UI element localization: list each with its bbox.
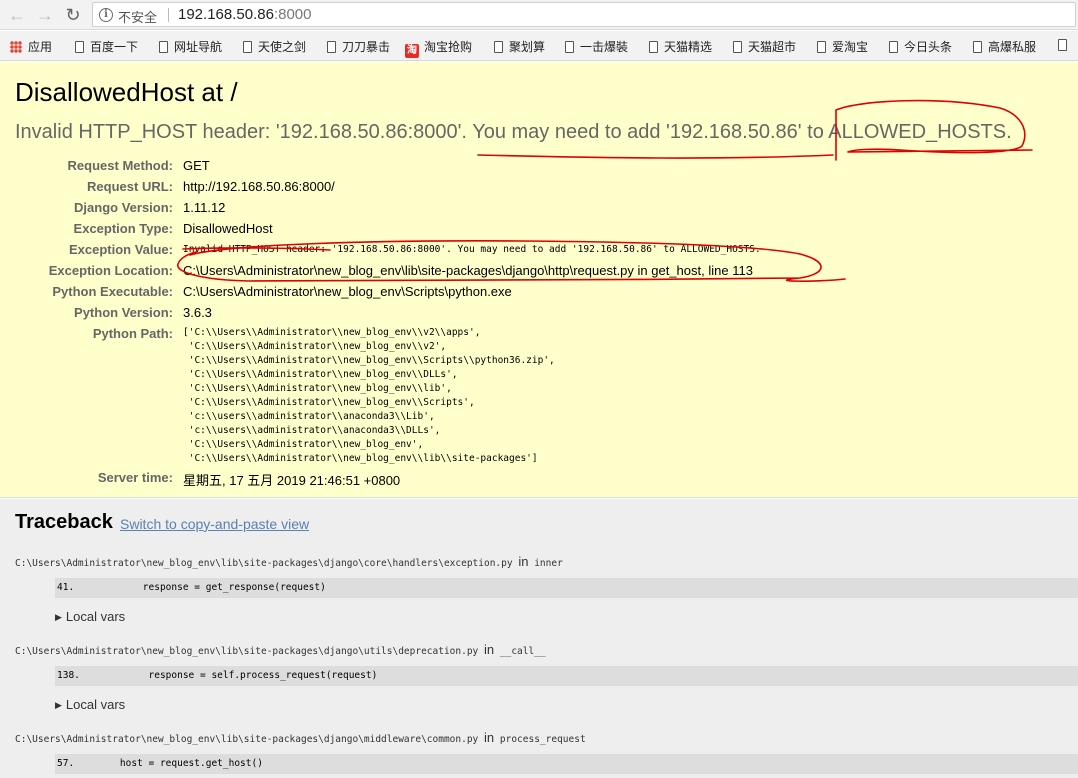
bookmark-item[interactable]: 一击爆裝 [565, 38, 628, 55]
context-line[interactable]: 138. response = self.process_request(req… [55, 666, 1078, 686]
forward-arrow-icon[interactable]: → [34, 4, 56, 26]
frame-location: C:\Users\Administrator\new_blog_env\lib\… [15, 642, 546, 657]
python-path-list: ['C:\\Users\\Administrator\\new_blog_env… [183, 326, 555, 466]
bookmark-item[interactable]: 淘淘宝抢购 [405, 38, 472, 58]
bookmark-item-overflow[interactable] [1058, 38, 1073, 52]
python-path-entry: 'C:\\Users\\Administrator\\new_blog_env\… [183, 369, 458, 380]
page-title: DisallowedHost at / [15, 77, 238, 107]
meta-value: DisallowedHost [183, 221, 273, 236]
context-line[interactable]: 41. response = get_response(request) [55, 578, 1078, 598]
bookmark-item[interactable]: 爱淘宝 [817, 38, 868, 55]
frame-location: C:\Users\Administrator\new_blog_env\lib\… [15, 730, 586, 745]
bookmark-item[interactable]: 聚划算 [494, 38, 545, 55]
python-path-entry: 'C:\\Users\\Administrator\\new_blog_env\… [183, 453, 538, 464]
browser-toolbar: ← → ↻ i 不安全 192.168.50.86:8000 [0, 0, 1078, 30]
meta-key: Python Version: [74, 305, 173, 320]
bookmark-item[interactable]: 天猫超市 [733, 38, 796, 55]
triangle-right-icon: ▶ [55, 700, 62, 710]
page-icon [75, 41, 84, 53]
meta-key: Request Method: [67, 158, 173, 173]
meta-row: Django Version: 1.11.12 [0, 198, 1078, 218]
taobao-icon: 淘 [405, 44, 419, 58]
meta-key: Python Path: [92, 326, 173, 341]
triangle-right-icon: ▶ [55, 612, 62, 622]
meta-value: http://192.168.50.86:8000/ [183, 179, 335, 194]
omnibox-separator [168, 8, 169, 22]
page-icon [889, 41, 898, 53]
url-text[interactable]: 192.168.50.86:8000 [178, 6, 311, 23]
meta-row: Exception Location: C:\Users\Administrat… [0, 261, 1078, 281]
page-icon [817, 41, 826, 53]
info-icon[interactable]: i [99, 8, 113, 22]
python-path-entry: 'C:\\Users\\Administrator\\new_blog_env\… [183, 383, 452, 394]
page-icon [649, 41, 658, 53]
page-icon [159, 41, 168, 53]
meta-row: Request Method: GET [0, 156, 1078, 176]
page-icon [973, 41, 982, 53]
bookmarks-bar: 应用 百度一下 网址导航 天使之剑 刀刀暴击 淘淘宝抢购 聚划算 一击爆裝 天猫… [0, 31, 1078, 61]
local-vars-toggle[interactable]: ▶ Local vars [55, 609, 125, 624]
page-icon [327, 41, 336, 53]
bookmark-item[interactable]: 百度一下 [75, 38, 138, 55]
apps-grid-icon [10, 41, 22, 53]
meta-value: GET [183, 158, 210, 173]
meta-key: Python Executable: [52, 284, 173, 299]
meta-key: Request URL: [87, 179, 173, 194]
meta-value: 1.11.12 [183, 200, 226, 215]
meta-row: Server time: 星期五, 17 五月 2019 21:46:51 +0… [0, 468, 1078, 488]
python-path-entry: 'c:\\users\\administrator\\anaconda3\\Li… [183, 411, 435, 422]
python-path-entry: 'C:\\Users\\Administrator\\new_blog_env\… [183, 341, 447, 352]
meta-key: Exception Location: [48, 263, 173, 278]
traceback-title: Traceback [15, 511, 113, 533]
meta-row: Request URL: http://192.168.50.86:8000/ [0, 177, 1078, 197]
address-bar[interactable]: i 不安全 192.168.50.86:8000 [92, 2, 1076, 27]
switch-view-link[interactable]: Switch to copy-and-paste view [120, 516, 309, 532]
meta-key: Django Version: [74, 200, 173, 215]
meta-row: Python Executable: C:\Users\Administrato… [0, 282, 1078, 302]
bookmark-item[interactable]: 刀刀暴击 [327, 38, 390, 55]
reload-icon[interactable]: ↻ [62, 4, 84, 26]
page-icon [494, 41, 503, 53]
meta-key: Server time: [97, 470, 173, 485]
traceback-section: Traceback Switch to copy-and-paste view … [0, 499, 1078, 778]
bookmark-item[interactable]: 今日头条 [889, 38, 952, 55]
page-icon [243, 41, 252, 53]
python-path-entry: 'C:\\Users\\Administrator\\new_blog_env\… [183, 397, 475, 408]
page-icon [1058, 39, 1067, 51]
frame-location: C:\Users\Administrator\new_blog_env\lib\… [15, 554, 563, 569]
meta-value: C:\Users\Administrator\new_blog_env\lib\… [183, 263, 753, 278]
page-icon [733, 41, 742, 53]
meta-value: Invalid HTTP_HOST header: '192.168.50.86… [183, 244, 761, 255]
page-icon [565, 41, 574, 53]
bookmark-item[interactable]: 天使之剑 [243, 38, 306, 55]
context-line[interactable]: 57. host = request.get_host() [55, 754, 1078, 774]
bookmark-item[interactable]: 高爆私服 [973, 38, 1036, 55]
python-path-entry: 'C:\\Users\\Administrator\\new_blog_env'… [183, 439, 424, 450]
python-path-entry: 'C:\\Users\\Administrator\\new_blog_env\… [183, 355, 555, 366]
meta-row: Exception Type: DisallowedHost [0, 219, 1078, 239]
meta-value: 星期五, 17 五月 2019 21:46:51 +0800 [183, 473, 401, 488]
meta-value: 3.6.3 [183, 305, 212, 320]
security-label: 不安全 [118, 10, 158, 25]
back-arrow-icon[interactable]: ← [6, 4, 28, 26]
meta-row: Exception Value: Invalid HTTP_HOST heade… [0, 240, 1078, 260]
python-path-entry: 'c:\\users\\administrator\\anaconda3\\DL… [183, 425, 441, 436]
bookmark-item[interactable]: 网址导航 [159, 38, 222, 55]
meta-value: C:\Users\Administrator\new_blog_env\Scri… [183, 284, 512, 299]
exception-message: Invalid HTTP_HOST header: '192.168.50.86… [15, 121, 1012, 143]
meta-key: Exception Type: [73, 221, 173, 236]
error-summary: DisallowedHost at / Invalid HTTP_HOST he… [0, 62, 1078, 498]
bookmark-apps[interactable]: 应用 [10, 38, 52, 55]
python-path-entry: ['C:\\Users\\Administrator\\new_blog_env… [183, 327, 481, 338]
bookmark-item[interactable]: 天猫精选 [649, 38, 712, 55]
meta-key: Exception Value: [68, 242, 173, 257]
local-vars-toggle[interactable]: ▶ Local vars [55, 697, 125, 712]
meta-row: Python Version: 3.6.3 [0, 303, 1078, 323]
